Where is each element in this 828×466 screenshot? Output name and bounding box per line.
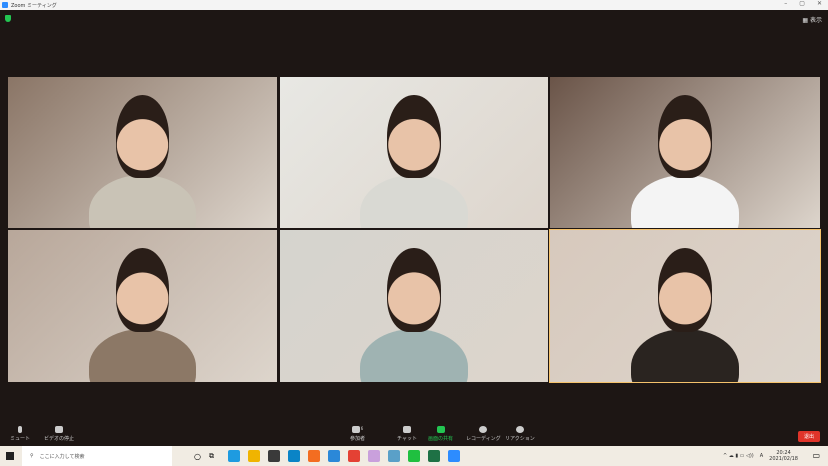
share-screen-icon [436, 426, 445, 433]
participant-face [387, 95, 441, 179]
chat-button[interactable]: チャット [397, 426, 417, 442]
participant-video-tile[interactable] [280, 230, 548, 382]
participant-video-tile[interactable] [280, 77, 548, 228]
leave-button[interactable]: 退出 [797, 431, 820, 442]
reactions-label: リアクション [505, 436, 535, 442]
date: 2021/02/18 [769, 456, 798, 462]
taskbar-app-icon[interactable] [387, 450, 400, 462]
search-placeholder: ここに入力して検索 [39, 453, 85, 460]
ime-indicator[interactable]: A [760, 453, 763, 459]
windows-taskbar: ⚲ ここに入力して検索 ○ ⧉ ^ ☁ ▮ ▭ ◁)) A 20:24 2021/0… [0, 446, 828, 466]
search-icon: ⚲ [30, 453, 34, 459]
participants-button[interactable]: 6 参加者 [350, 426, 365, 442]
chat-label: チャット [397, 436, 417, 442]
participant-video-tile[interactable] [550, 77, 820, 228]
participants-icon [351, 426, 360, 433]
microphone-icon [18, 426, 22, 433]
stop-video-button[interactable]: ビデオの停止 [44, 426, 74, 442]
taskbar-search-input[interactable]: ⚲ ここに入力して検索 [22, 446, 172, 466]
view-label: 表示 [809, 17, 822, 24]
record-button[interactable]: レコーディング [466, 426, 501, 442]
notifications-icon[interactable]: ▭ [812, 451, 820, 460]
system-tray: ^ ☁ ▮ ▭ ◁)) A 20:24 2021/02/18 [723, 450, 798, 462]
taskbar-app-icon[interactable] [347, 450, 360, 462]
participant-body [88, 328, 197, 382]
taskbar-app-icon[interactable] [427, 450, 440, 462]
participant-video-tile[interactable] [8, 230, 277, 382]
participant-video-tile[interactable] [549, 229, 821, 383]
chat-icon [402, 426, 411, 433]
taskbar-app-icon[interactable] [407, 450, 420, 462]
share-label: 画面の共有 [428, 436, 454, 442]
participant-body [360, 328, 468, 382]
meeting-toolbar: ミュート ビデオの停止 6 参加者 チャット 画面の共有 レコーディング リアクシ… [0, 422, 828, 446]
participant-body [88, 175, 197, 228]
record-icon [479, 426, 488, 433]
task-view-icon[interactable]: ⧉ [209, 452, 214, 461]
reactions-button[interactable]: リアクション [505, 426, 535, 442]
participant-face [115, 95, 170, 179]
participant-face [387, 248, 441, 332]
cortana-icon[interactable]: ○ [194, 452, 201, 461]
maximize-button[interactable]: ▢ [799, 0, 805, 7]
close-button[interactable]: ✕ [817, 0, 822, 7]
security-shield-icon[interactable] [5, 15, 11, 22]
taskbar-app-icon[interactable] [327, 450, 340, 462]
taskbar-app-icon[interactable] [247, 450, 260, 462]
participant-face [658, 95, 712, 179]
minimize-button[interactable]: – [784, 0, 787, 7]
participant-body [631, 175, 739, 228]
title-bar: Zoom ミーティング – ▢ ✕ [0, 0, 828, 10]
participants-label: 参加者 [350, 436, 366, 442]
clock[interactable]: 20:24 2021/02/18 [769, 450, 798, 462]
participant-face [115, 248, 170, 332]
taskbar-app-icon[interactable] [367, 450, 380, 462]
taskbar-app-icon[interactable] [307, 450, 320, 462]
participant-count: 6 [360, 426, 364, 431]
video-label: ビデオの停止 [44, 436, 75, 442]
participant-face [658, 248, 712, 332]
mute-button[interactable]: ミュート [10, 426, 30, 442]
taskbar-app-icon[interactable] [227, 450, 240, 462]
reaction-icon [515, 426, 524, 433]
windows-start-icon[interactable] [6, 452, 14, 460]
participant-body [360, 175, 468, 228]
view-button[interactable]: ▦ 表示 [802, 15, 822, 24]
tray-icons[interactable]: ^ ☁ ▮ ▭ ◁)) [723, 453, 754, 459]
zoom-logo-icon [2, 2, 8, 8]
share-screen-button[interactable]: 画面の共有 [428, 426, 453, 442]
taskbar-app-icon[interactable] [267, 450, 280, 462]
participant-body [631, 328, 739, 382]
record-label: レコーディング [466, 436, 501, 442]
taskbar-app-icon[interactable] [447, 450, 460, 462]
mute-label: ミュート [10, 436, 31, 442]
camera-icon [55, 426, 63, 433]
taskbar-app-icon[interactable] [287, 450, 300, 462]
window-title: Zoom ミーティング [11, 2, 57, 9]
participant-video-tile[interactable] [8, 77, 277, 228]
